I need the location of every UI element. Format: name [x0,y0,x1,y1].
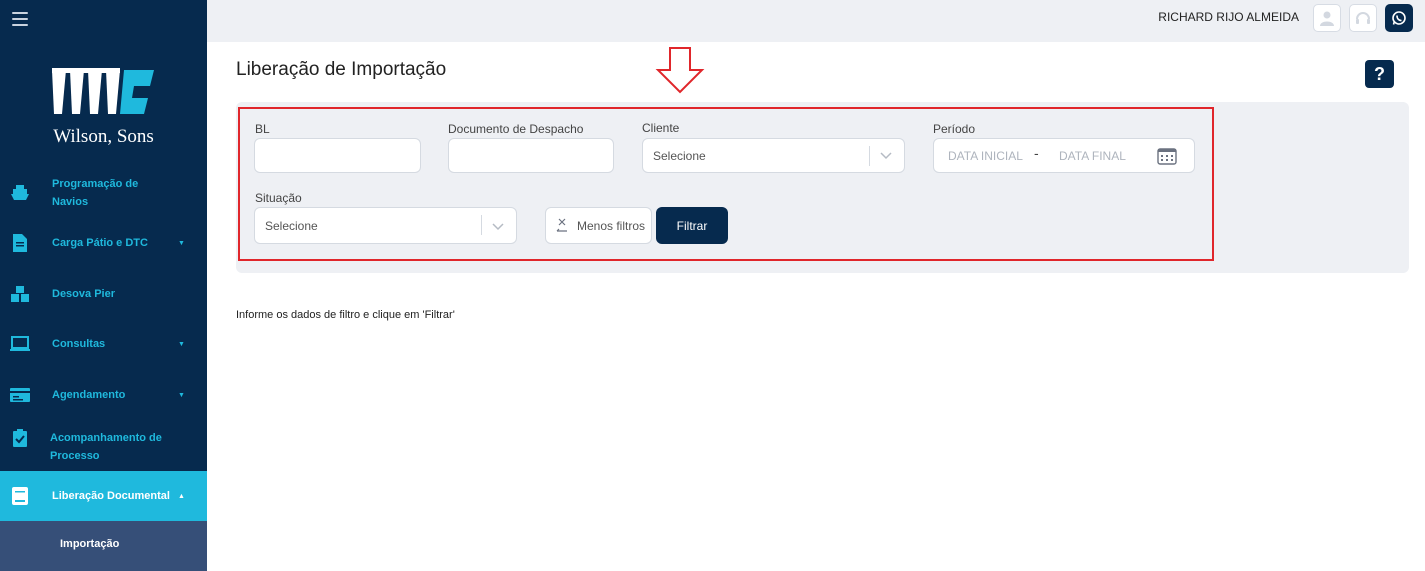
whatsapp-icon[interactable] [1385,4,1413,32]
headset-icon[interactable] [1349,4,1377,32]
sidebar-item-label: Carga Pátio e DTC [52,237,148,249]
book-icon [10,486,30,506]
card-icon [10,385,30,405]
situacao-placeholder: Selecione [265,219,318,233]
brand-name: Wilson, Sons [53,126,154,147]
chevron-down-icon [880,152,892,160]
user-name: RICHARD RIJO ALMEIDA [1158,10,1299,24]
less-filters-button[interactable]: Menos filtros [545,207,652,244]
cliente-placeholder: Selecione [653,149,706,163]
info-message: Informe os dados de filtro e clique em '… [236,309,455,321]
documento-label: Documento de Despacho [448,122,584,136]
caret-down-icon: ▼ [178,340,185,348]
chevron-down-icon [492,223,504,231]
select-divider [869,146,870,166]
sidebar: Wilson, Sons Programação de Navios Carga… [0,0,207,571]
sidebar-item-desova-pier[interactable]: Desova Pier [0,269,207,319]
periodo-range[interactable]: DATA INICIAL - DATA FINAL [933,138,1195,173]
documento-input[interactable] [448,138,614,173]
end-date-placeholder[interactable]: DATA FINAL [1059,149,1126,163]
cliente-label: Cliente [642,121,680,135]
topbar: RICHARD RIJO ALMEIDA [207,0,1425,42]
sidebar-item-label: Agendamento [52,389,126,401]
cliente-select[interactable]: Selecione [642,138,905,173]
sidebar-item-agendamento[interactable]: Agendamento ▼ [0,370,207,420]
caret-up-icon: ▲ [178,492,185,500]
arrow-down-icon [655,47,705,94]
sidebar-item-label: Consultas [52,338,106,350]
hamburger-icon[interactable] [12,12,28,26]
sidebar-item-label: Acompanhamento de Processo [50,432,162,462]
sidebar-subitem-label: Importação [60,538,120,550]
less-filters-label: Menos filtros [577,219,646,233]
clipboard-check-icon [10,428,30,448]
start-date-placeholder[interactable]: DATA INICIAL [948,149,1023,163]
caret-down-icon: ▼ [178,239,185,247]
sidebar-item-consultas[interactable]: Consultas ▼ [0,319,207,369]
wilson-sons-logo [52,68,154,114]
help-button[interactable]: ? [1365,60,1394,88]
monitor-icon [10,334,30,354]
filter-button[interactable]: Filtrar [656,207,728,244]
sidebar-item-label: Programação de Navios [52,178,139,208]
filter-clear-icon [556,218,567,232]
situacao-label: Situação [255,191,302,205]
calendar-icon[interactable] [1157,147,1177,165]
sidebar-item-acompanhamento[interactable]: Acompanhamento de Processo [0,422,207,472]
date-separator: - [1034,145,1039,161]
user-icon[interactable] [1313,4,1341,32]
ship-icon [10,183,30,203]
select-divider [481,215,482,235]
bl-label: BL [255,122,270,136]
periodo-label: Período [933,122,976,136]
sidebar-item-label: Desova Pier [52,288,115,300]
caret-down-icon: ▼ [178,391,185,399]
sidebar-subitem-importacao[interactable]: Importação [0,521,207,571]
bl-input[interactable] [254,138,421,173]
page-title: Liberação de Importação [236,59,447,80]
sidebar-item-programacao-navios[interactable]: Programação de Navios [0,168,207,218]
situacao-select[interactable]: Selecione [254,207,517,244]
sidebar-item-liberacao-documental[interactable]: Liberação Documental ▲ [0,471,207,521]
sidebar-item-label: Liberação Documental [52,490,170,502]
sidebar-item-carga-patio[interactable]: Carga Pátio e DTC ▼ [0,218,207,268]
document-icon [10,233,30,253]
boxes-icon [10,284,30,304]
